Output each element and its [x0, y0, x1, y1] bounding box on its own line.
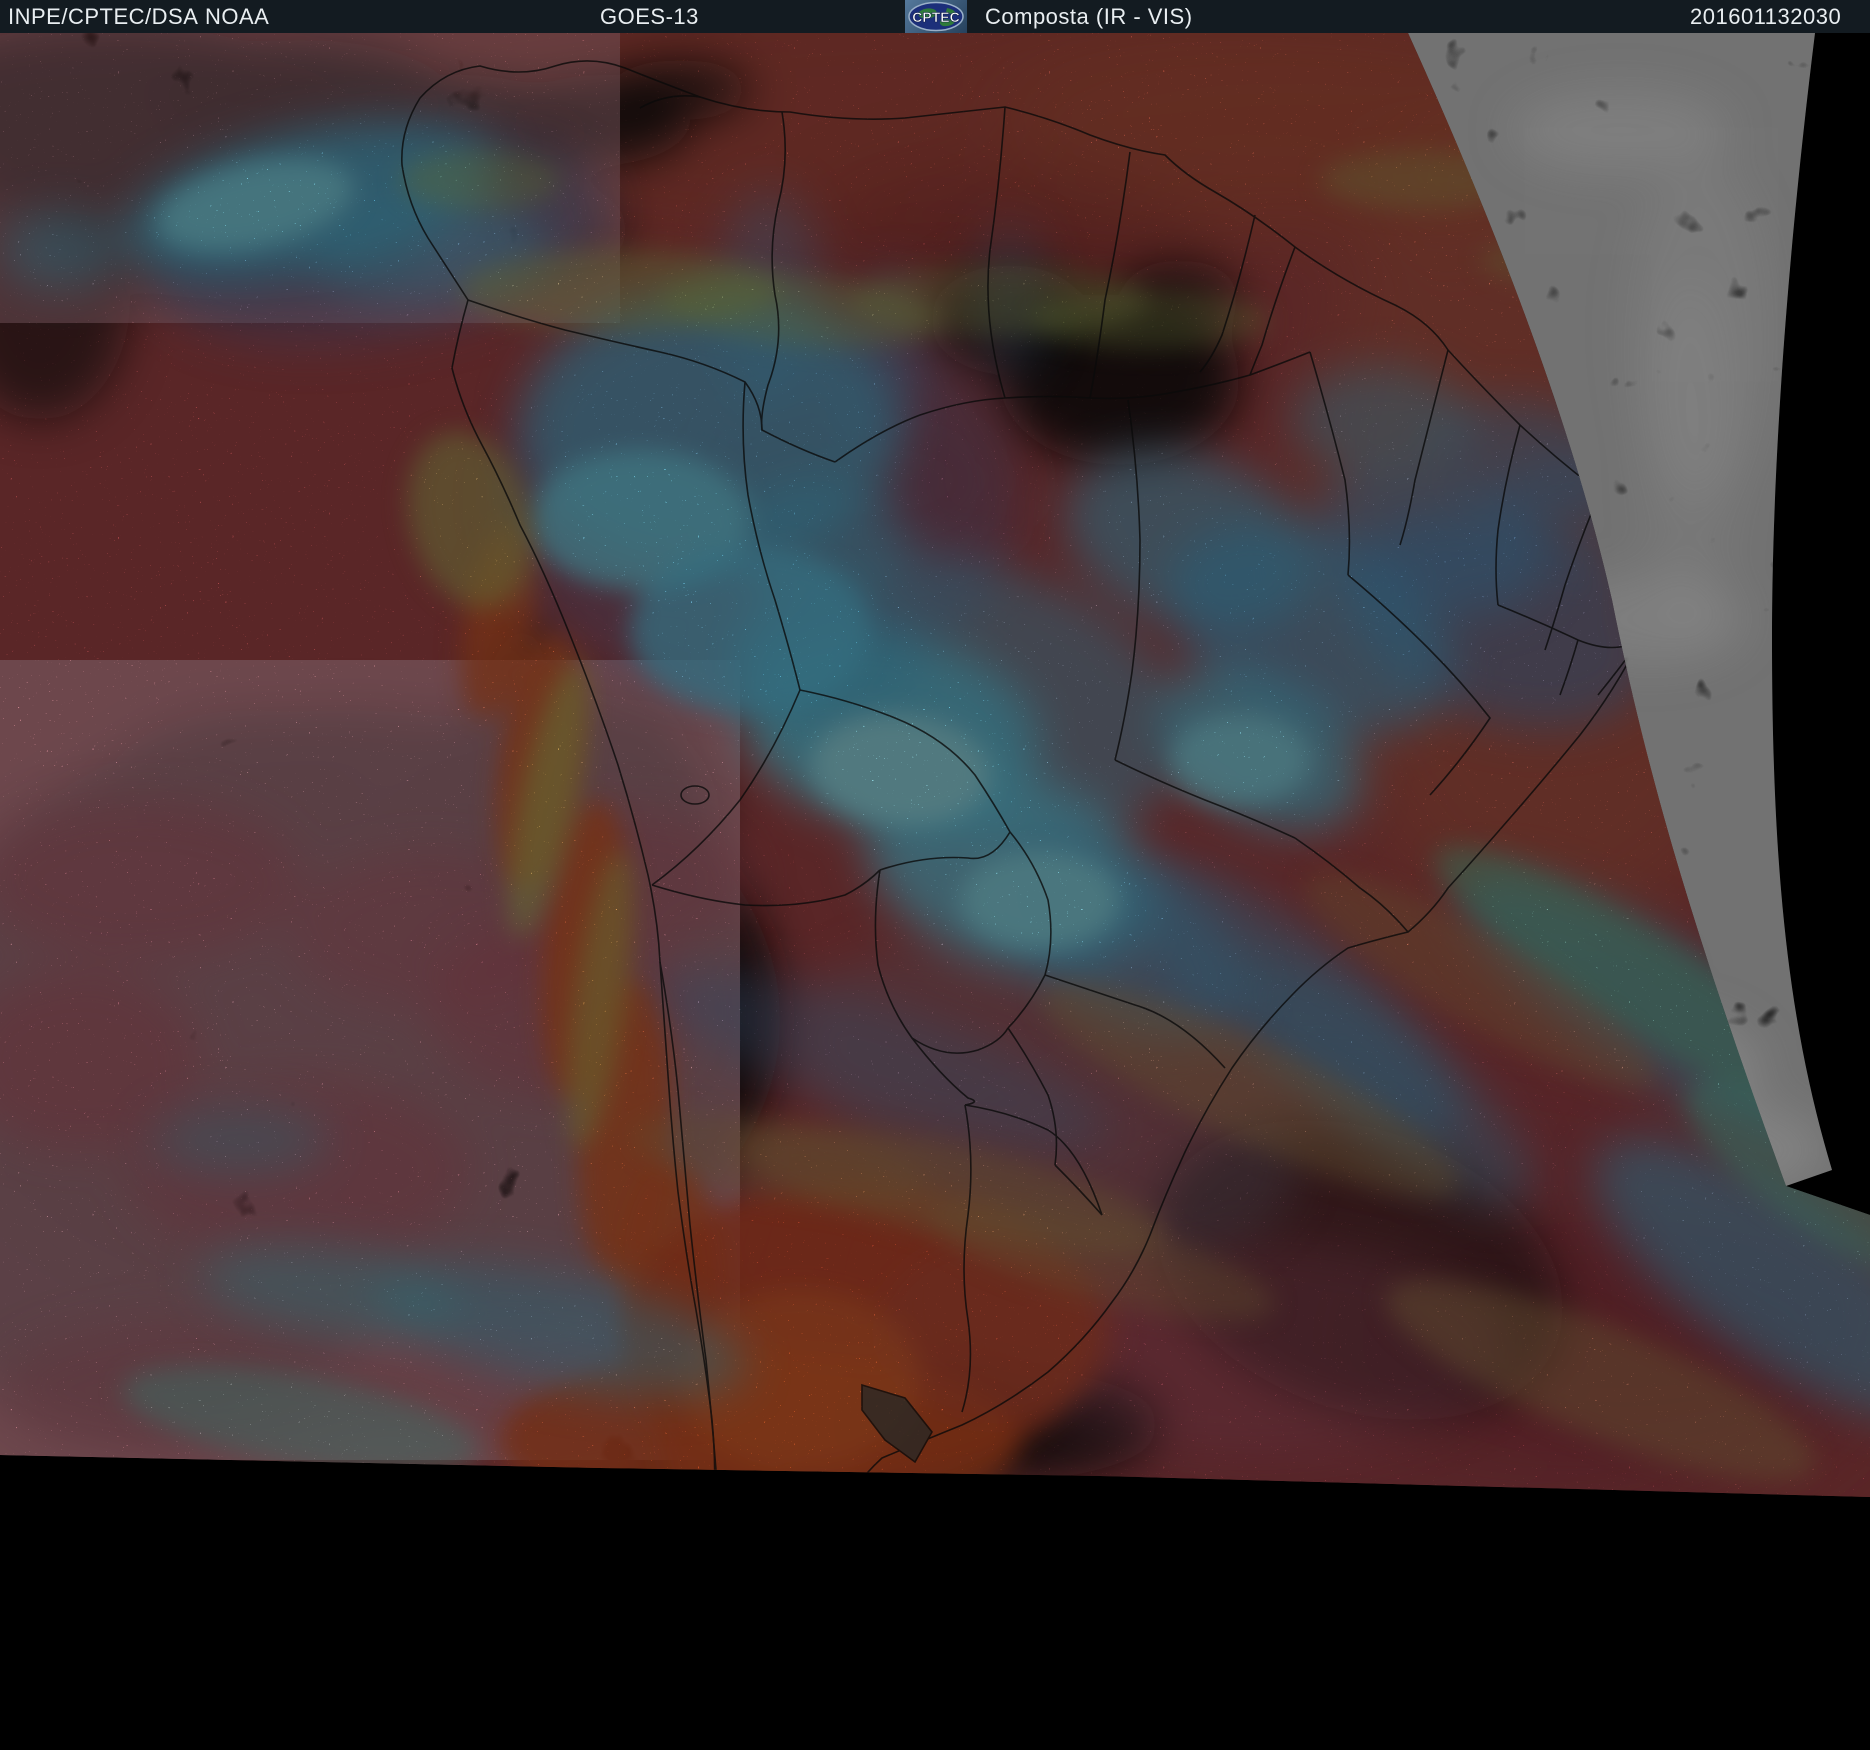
agency-label: NOAA — [205, 4, 270, 29]
satellite-viewer: INPE/CPTEC/DSA NOAA GOES-13 CPTEC Compos… — [0, 0, 1870, 1750]
product-label: Composta (IR - VIS) — [985, 4, 1193, 29]
cptec-logo-text: CPTEC — [912, 9, 959, 25]
satellite-image — [0, 0, 1870, 1750]
satellite-label: GOES-13 — [600, 4, 699, 29]
timestamp-label: 201601132030 — [1690, 4, 1842, 29]
cptec-logo: CPTEC — [905, 0, 967, 33]
header-bar: INPE/CPTEC/DSA NOAA GOES-13 CPTEC Compos… — [0, 0, 1870, 33]
source-label: INPE/CPTEC/DSA — [8, 4, 199, 29]
cptec-globe-icon: CPTEC — [908, 1, 964, 32]
